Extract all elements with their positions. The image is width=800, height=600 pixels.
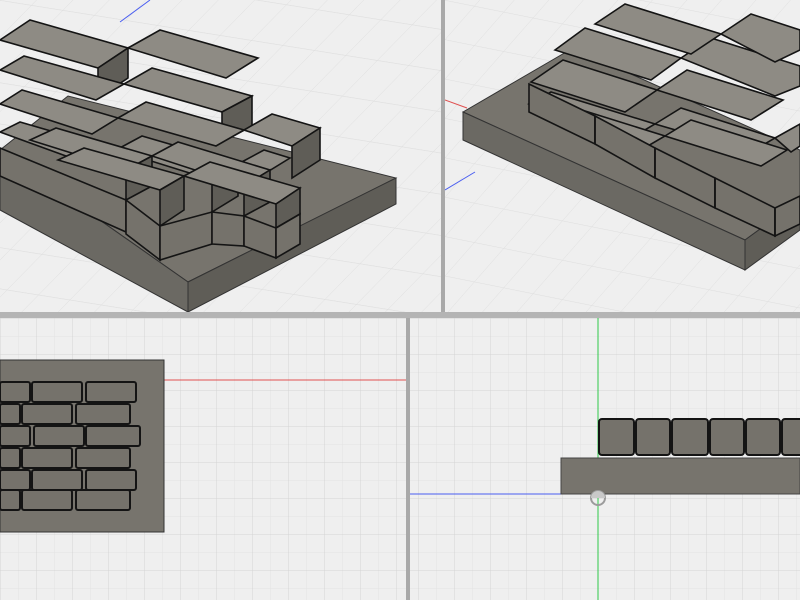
- top-view-canvas: [0, 318, 406, 600]
- brick-course: [0, 425, 141, 447]
- base-plate: [560, 457, 800, 495]
- quad-viewport-workspace: [0, 0, 800, 600]
- brick-course: [0, 489, 131, 511]
- viewport-front[interactable]: [410, 318, 800, 600]
- iso-left-canvas: [0, 0, 441, 312]
- iso-right-canvas: [445, 0, 800, 312]
- brick-row: [598, 418, 800, 456]
- viewport-top[interactable]: [0, 318, 406, 600]
- brick-course: [0, 447, 131, 469]
- brick-end: [635, 418, 671, 456]
- brick-course: [0, 381, 137, 403]
- viewport-isometric-left[interactable]: [0, 0, 441, 312]
- front-view-canvas: [410, 318, 800, 600]
- brick-end: [745, 418, 781, 456]
- viewport-isometric-right[interactable]: [445, 0, 800, 312]
- brick-course: [0, 403, 131, 425]
- brick-end: [709, 418, 745, 456]
- brick-end: [671, 418, 709, 456]
- brick-rows: [0, 381, 141, 511]
- brick-end: [598, 418, 635, 456]
- brick-course: [0, 469, 137, 491]
- brick-end: [781, 418, 800, 456]
